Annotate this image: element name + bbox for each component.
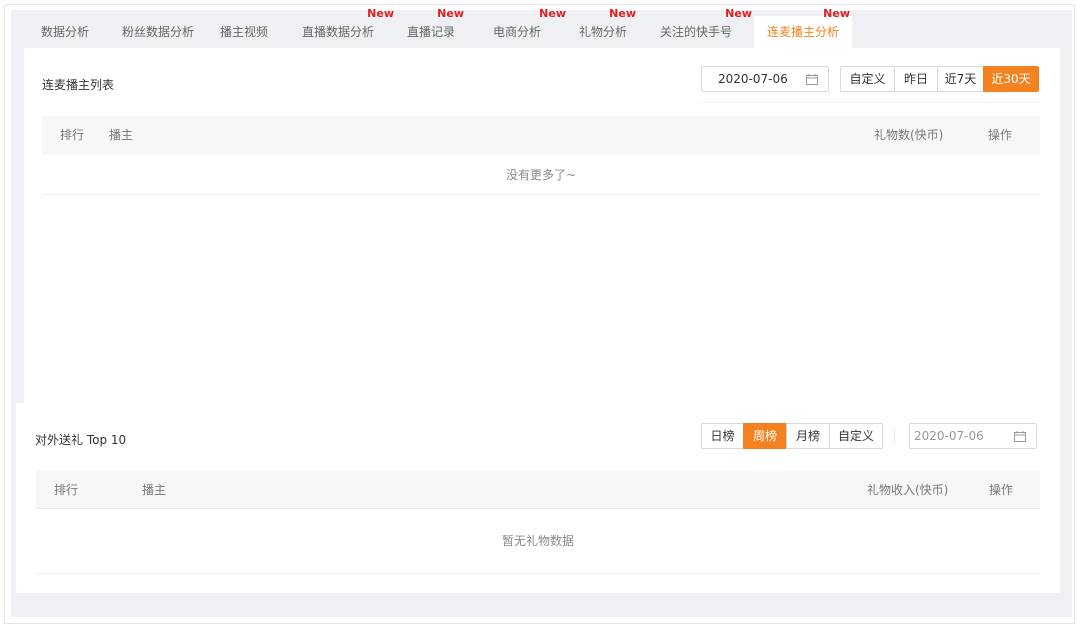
tab-live-records[interactable]: 直播记录 New [396, 8, 466, 48]
calendar-icon [1014, 430, 1026, 442]
column-action: 操作 [988, 128, 1013, 142]
new-badge: New [539, 7, 566, 20]
new-badge: New [437, 7, 464, 20]
period-daily-button[interactable]: 日榜 [701, 423, 744, 449]
empty-message: 暂无礼物数据 [36, 510, 1040, 574]
tab-ecommerce-analysis[interactable]: 电商分析 New [466, 8, 568, 48]
date-picker[interactable]: 2020-07-06 [909, 423, 1037, 449]
column-income: 礼物收入(快币) [867, 483, 949, 497]
section-title: 连麦播主列表 [42, 78, 115, 92]
toolbar-underline [701, 102, 1041, 103]
date-value: 2020-07-06 [718, 72, 788, 86]
new-badge: New [367, 7, 394, 20]
period-selector: 日榜 周榜 月榜 自定义 [701, 423, 883, 449]
tab-label: 礼物分析 [578, 25, 627, 39]
range-selector: 自定义 昨日 近7天 近30天 [840, 66, 1039, 92]
date-placeholder: 2020-07-06 [914, 429, 984, 443]
tab-live-data-analysis[interactable]: 直播数据分析 New [280, 8, 396, 48]
column-anchor: 播主 [142, 483, 167, 497]
table-header: 排行 播主 礼物数(快币) 操作 [42, 116, 1040, 154]
tab-label: 直播数据分析 [301, 25, 374, 39]
new-badge: New [823, 7, 850, 20]
section-title: 对外送礼 Top 10 [35, 433, 127, 447]
range-30days-button[interactable]: 近30天 [983, 66, 1039, 92]
tab-anchor-videos[interactable]: 播主视频 [208, 16, 280, 48]
tab-fans-analysis[interactable]: 粉丝数据分析 [108, 16, 208, 48]
new-badge: New [609, 7, 636, 20]
tab-label: 关注的快手号 [659, 25, 732, 39]
tab-label: 数据分析 [40, 25, 89, 39]
column-action: 操作 [989, 483, 1014, 497]
range-custom-button[interactable]: 自定义 [840, 66, 895, 92]
tab-mic-anchor-analysis[interactable]: 连麦播主分析 New [754, 8, 852, 48]
tab-label: 连麦播主分析 [766, 25, 839, 39]
column-rank: 排行 [60, 128, 85, 142]
period-monthly-button[interactable]: 月榜 [786, 423, 830, 449]
range-7days-button[interactable]: 近7天 [937, 66, 984, 92]
table-header: 排行 播主 礼物收入(快币) 操作 [36, 471, 1040, 509]
empty-message: 没有更多了~ [42, 156, 1040, 195]
tab-data-analysis[interactable]: 数据分析 [22, 16, 108, 48]
column-rank: 排行 [54, 483, 79, 497]
tab-gift-analysis[interactable]: 礼物分析 New [568, 8, 638, 48]
column-gifts: 礼物数(快币) [874, 128, 944, 142]
vertical-divider [894, 429, 895, 443]
tab-followed-accounts[interactable]: 关注的快手号 New [638, 8, 754, 48]
period-weekly-button[interactable]: 周榜 [743, 423, 787, 449]
mic-anchor-list-panel: 连麦播主列表 2020-07-06 自定义 昨日 近7天 近30天 排行 播主 … [24, 48, 1060, 403]
range-yesterday-button[interactable]: 昨日 [894, 66, 938, 92]
tab-label: 直播记录 [406, 25, 455, 39]
calendar-icon [806, 73, 818, 85]
column-anchor: 播主 [109, 128, 134, 142]
tab-label: 播主视频 [219, 25, 268, 39]
tab-label: 粉丝数据分析 [121, 25, 194, 39]
tab-label: 电商分析 [492, 25, 541, 39]
date-picker[interactable]: 2020-07-06 [701, 66, 829, 92]
period-custom-button[interactable]: 自定义 [829, 423, 883, 449]
tab-bar: 数据分析 粉丝数据分析 播主视频 直播数据分析 New 直播记录 New 电商分… [22, 8, 852, 48]
new-badge: New [725, 7, 752, 20]
outgoing-gifts-panel: 对外送礼 Top 10 日榜 周榜 月榜 自定义 2020-07-06 排行 播… [16, 403, 1060, 593]
